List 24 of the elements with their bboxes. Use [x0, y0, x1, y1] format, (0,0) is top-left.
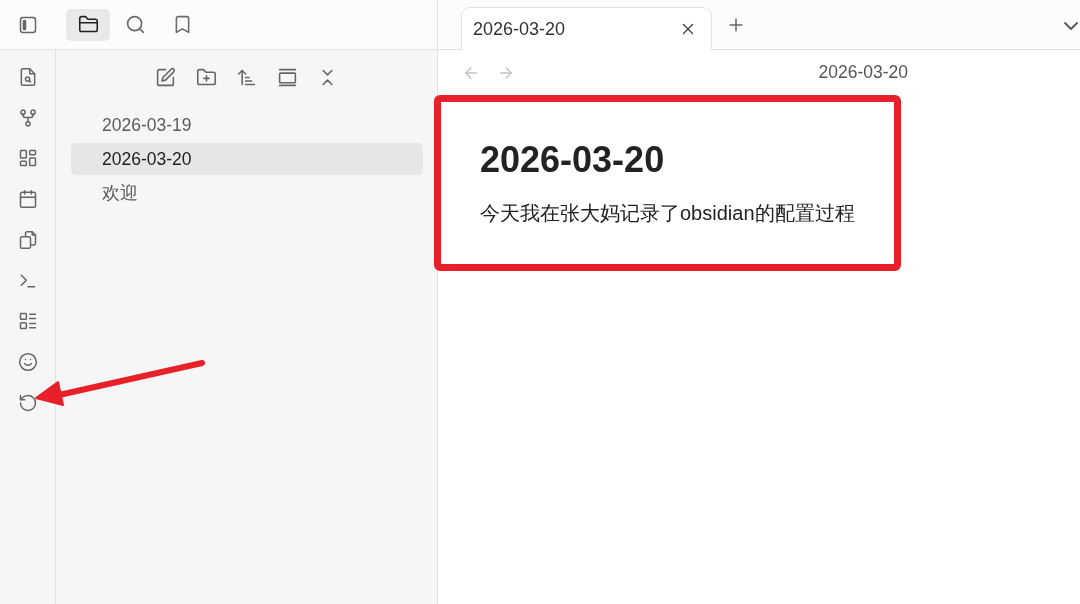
- note-heading: 2026-03-20: [480, 138, 666, 181]
- file-item[interactable]: 欢迎: [71, 177, 423, 209]
- note-text: 今天我在张大妈记录了obsidian的配置过程: [480, 201, 856, 226]
- sidebar-icon: [18, 14, 38, 35]
- file-item[interactable]: 2026-03-20: [71, 143, 423, 175]
- tab-title: 2026-03-20: [473, 18, 566, 40]
- chevron-down-icon[interactable]: [1064, 22, 1078, 30]
- folder-icon: [77, 14, 99, 35]
- note-tab[interactable]: 2026-03-20: [461, 7, 712, 50]
- file-item[interactable]: 2026-03-19: [71, 109, 423, 141]
- sidebar-toggle-button[interactable]: [18, 14, 38, 35]
- graph-icon[interactable]: [17, 107, 38, 128]
- smiley-icon[interactable]: [17, 352, 38, 373]
- new-folder-icon[interactable]: [195, 66, 217, 88]
- calendar-icon[interactable]: [17, 189, 38, 210]
- search-icon: [124, 14, 146, 35]
- panel-icon[interactable]: [276, 66, 298, 88]
- sidebar-tab[interactable]: [66, 8, 110, 41]
- new-note-icon[interactable]: [155, 66, 176, 88]
- copy-pages-icon[interactable]: [17, 229, 38, 250]
- history-icon[interactable]: [17, 392, 38, 413]
- list-icon[interactable]: [17, 311, 38, 332]
- grid-icon[interactable]: [17, 148, 38, 169]
- note-title: 2026-03-20: [818, 62, 908, 83]
